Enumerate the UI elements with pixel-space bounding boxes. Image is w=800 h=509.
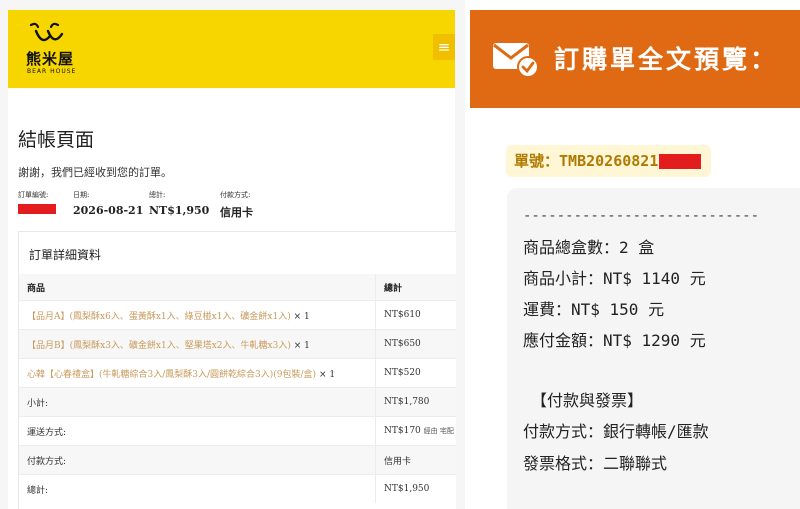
product-quantity: × 1 [293,340,310,351]
order-number-redaction [659,154,702,169]
product-cell: 心韓【心春禮盒】(牛軋糖綜合3入/鳳梨酥3入/圓餅乾綜合3入)(9包裝/盒) ×… [19,358,376,388]
shipping-line: 運費：NT$ 150 元 [523,300,665,319]
logo-subtitle: BEAR HOUSE [27,68,77,75]
order-number-label: 訂單編號: [18,191,49,199]
order-number-redaction [18,204,56,214]
table-row: 【品月B】(鳳梨酥x3入、礦金餅x1入、堅果塔x2入、牛軋糖x3入) × 1 N… [19,329,456,359]
product-cell: 【品月A】(鳳梨酥x6入、蛋黃酥x1入、綠豆椪x1入、礦金餅x1入) × 1 [19,300,376,330]
invoice-format-line: 發票格式：二聯聯式 [523,454,668,473]
total-value: NT$1,950 [149,204,210,217]
total-label: 總計: [149,191,166,199]
page-title: 結帳頁面 [18,129,95,151]
date-value: 2026-08-21 [73,204,144,217]
checkout-content: 結帳頁面 謝謝，我們已經收到您的訂單。 訂單編號: 日期: 2026-08-21… [8,88,456,509]
product-total: NT$610 [375,300,456,330]
logo-name: 熊米屋 [26,50,75,68]
product-cell: 【品月B】(鳳梨酥x3入、礦金餅x1入、堅果塔x2入、牛軋糖x3入) × 1 [19,329,376,359]
order-number-value: TMB20260821 [559,152,659,170]
table-row: 總計: NT$1,950 [19,474,456,503]
order-text-preview: ---------------------------- 商品總盒數：2 盒 商… [507,188,800,509]
table-row: 心韓【心春禮盒】(牛軋糖綜合3入/鳳梨酥3入/圓餅乾綜合3入)(9包裝/盒) ×… [19,358,456,388]
product-total: NT$520 [375,358,456,388]
checkout-screenshot: 熊米屋 BEAR HOUSE ≡ 結帳頁面 謝謝，我們已經收到您的訂單。 訂單編… [0,0,465,509]
shipping-method-note: 經由 宅配 [423,427,454,435]
subtotal-line: 商品小計：NT$ 1140 元 [523,269,706,288]
payment-meta: 付款方式: 信用卡 [220,190,253,220]
summary-value: 信用卡 [375,445,456,475]
total-boxes-line: 商品總盒數：2 盒 [523,238,655,257]
payment-value: 信用卡 [220,206,253,219]
preview-banner: 訂購單全文預覽： [470,10,800,108]
order-details-title: 訂單詳細資料 [29,248,102,262]
summary-value: NT$170 經由 宅配 [375,416,456,446]
bear-house-logo[interactable]: 熊米屋 BEAR HOUSE [26,22,86,82]
table-header-row: 商品 總計 [19,274,456,301]
product-link[interactable]: 心韓【心春禮盒】(牛軋糖綜合3入/鳳梨酥3入/圓餅乾綜合3入)(9包裝/盒) [27,370,316,380]
banner-title: 訂購單全文預覽： [554,45,779,74]
product-total: NT$650 [375,329,456,359]
payment-label: 付款方式: [220,191,251,199]
summary-label: 總計: [19,474,376,503]
order-number-label: 單號： [514,152,560,170]
hamburger-icon[interactable]: ≡ [433,34,455,60]
shipping-fee: NT$170 [384,426,421,436]
total-meta: 總計: NT$1,950 [149,190,209,217]
order-number-meta: 訂單編號: [18,190,56,214]
amount-due-line: 應付金額：NT$ 1290 元 [523,331,706,350]
bear-logo-icon [29,22,64,42]
order-number-box: 單號：TMB20260821 [506,145,712,177]
divider-line: ---------------------------- [523,208,760,224]
order-preview-panel: 訂購單全文預覽： 單號：TMB20260821 ----------------… [470,0,800,509]
envelope-check-icon [493,43,539,78]
column-header-product: 商品 [19,274,376,301]
payment-method-line: 付款方式：銀行轉帳/匯款 [523,422,709,441]
date-meta: 日期: 2026-08-21 [73,190,143,217]
table-row: 小計: NT$1,780 [19,387,456,417]
payment-section-heading: 【付款與發票】 [531,391,644,410]
order-details: 訂單詳細資料 商品 總計 【品月A】(鳳梨酥x6入、蛋黃酥x1入、綠豆椪x1入、… [18,231,456,509]
table-row: 付款方式: 信用卡 [19,445,456,475]
column-header-total: 總計 [375,274,456,301]
summary-label: 付款方式: [19,445,376,475]
table-row: 【品月A】(鳳梨酥x6入、蛋黃酥x1入、綠豆椪x1入、礦金餅x1入) × 1 N… [19,300,456,330]
product-quantity: × 1 [293,311,310,322]
table-row: 運送方式: NT$170 經由 宅配 [19,416,456,446]
site-header: 熊米屋 BEAR HOUSE ≡ [8,10,455,88]
product-quantity: × 1 [318,369,336,380]
order-details-table: 商品 總計 【品月A】(鳳梨酥x6入、蛋黃酥x1入、綠豆椪x1入、礦金餅x1入)… [19,274,456,503]
product-link[interactable]: 【品月B】(鳳梨酥x3入、礦金餅x1入、堅果塔x2入、牛軋糖x3入) [27,341,291,351]
thank-you-message: 謝謝，我們已經收到您的訂單。 [18,166,172,179]
summary-value: NT$1,950 [375,474,456,503]
product-link[interactable]: 【品月A】(鳳梨酥x6入、蛋黃酥x1入、綠豆椪x1入、礦金餅x1入) [27,312,291,322]
summary-label: 小計: [19,387,376,417]
date-label: 日期: [73,191,90,199]
summary-value: NT$1,780 [375,387,456,417]
summary-label: 運送方式: [19,416,376,446]
